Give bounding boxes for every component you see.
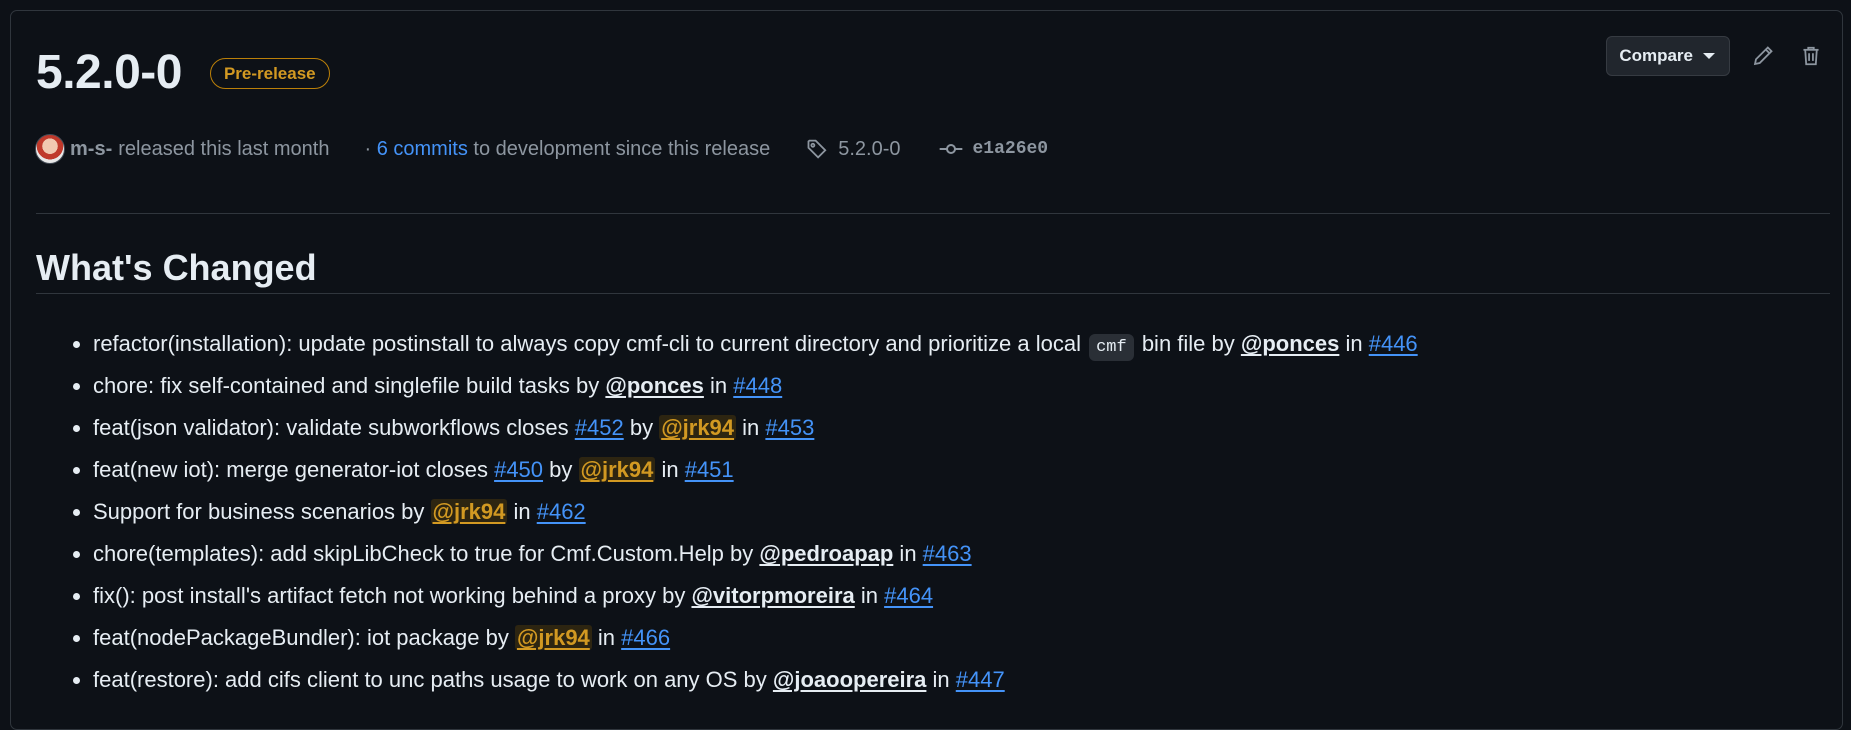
change-text: in (854, 583, 885, 608)
change-text: refactor(installation): update postinsta… (93, 331, 1088, 356)
compare-label: Compare (1619, 46, 1693, 65)
pr-link[interactable]: #446 (1369, 331, 1418, 356)
issue-link[interactable]: #452 (575, 415, 624, 440)
user-mention[interactable]: @jrk94 (578, 457, 656, 482)
pencil-icon (1753, 46, 1773, 66)
change-text: fix(): post install's artifact fetch not… (93, 583, 692, 608)
list-item: feat(new iot): merge generator-iot close… (93, 449, 1418, 491)
release-actions: Compare (1606, 36, 1826, 76)
change-text: chore(templates): add skipLibCheck to tr… (93, 541, 760, 566)
commits-info: · 6 commits to development since this re… (364, 138, 770, 161)
user-mention[interactable]: @vitorpmoreira (691, 583, 854, 608)
avatar[interactable] (35, 134, 65, 164)
change-text: in (591, 625, 622, 650)
tag-link[interactable]: 5.2.0-0 (806, 137, 901, 161)
chevron-down-icon (1703, 53, 1715, 59)
list-item: feat(restore): add cifs client to unc pa… (93, 659, 1418, 701)
user-mention[interactable]: @ponces (1241, 331, 1339, 356)
list-item: feat(nodePackageBundler): iot package by… (93, 617, 1418, 659)
commits-separator: · (364, 137, 372, 160)
change-text: feat(json validator): validate subworkfl… (93, 415, 575, 440)
inline-code: cmf (1089, 334, 1134, 361)
commit-sha: e1a26e0 (972, 139, 1049, 159)
section-divider (36, 293, 1830, 294)
header-divider (36, 213, 1830, 214)
change-text: in (507, 499, 537, 524)
list-item: refactor(installation): update postinsta… (93, 323, 1418, 365)
pr-link[interactable]: #453 (765, 415, 814, 440)
pr-link[interactable]: #466 (621, 625, 670, 650)
user-mention[interactable]: @pedroapap (759, 541, 893, 566)
release-header: 5.2.0-0 Pre-release (36, 49, 330, 97)
change-text: feat(restore): add cifs client to unc pa… (93, 667, 773, 692)
git-commit-icon (939, 144, 962, 154)
pr-link[interactable]: #447 (956, 667, 1005, 692)
user-mention[interactable]: @joaoopereira (773, 667, 927, 692)
compare-button[interactable]: Compare (1606, 36, 1730, 76)
list-item: feat(json validator): validate subworkfl… (93, 407, 1418, 449)
change-text: by (543, 457, 579, 482)
user-mention[interactable]: @ponces (605, 373, 703, 398)
release-meta: m-s- released this last month · 6 commit… (35, 134, 1048, 164)
list-item: Support for business scenarios by @jrk94… (93, 491, 1418, 533)
commits-suffix: to development since this release (473, 137, 771, 160)
tag-name: 5.2.0-0 (838, 137, 901, 160)
whats-changed-heading: What's Changed (36, 247, 317, 288)
prerelease-badge: Pre-release (209, 57, 330, 89)
trash-icon (1803, 46, 1819, 66)
pr-link[interactable]: #464 (884, 583, 933, 608)
pr-link[interactable]: #462 (537, 499, 586, 524)
delete-button[interactable] (1796, 41, 1826, 71)
change-text: in (1339, 331, 1369, 356)
commits-link[interactable]: 6 commits (377, 138, 468, 160)
edit-button[interactable] (1748, 41, 1778, 71)
change-text: in (926, 667, 956, 692)
change-text: in (703, 373, 734, 398)
release-title[interactable]: 5.2.0-0 (36, 49, 182, 97)
change-text: in (736, 415, 766, 440)
change-text: feat(nodePackageBundler): iot package by (93, 625, 515, 650)
pr-link[interactable]: #463 (923, 541, 972, 566)
change-text: in (893, 541, 923, 566)
list-item: fix(): post install's artifact fetch not… (93, 575, 1418, 617)
change-text: chore: fix self-contained and singlefile… (93, 373, 606, 398)
pr-link[interactable]: #451 (685, 457, 734, 482)
change-text: in (655, 457, 685, 482)
user-mention[interactable]: @jrk94 (514, 625, 592, 650)
released-text: released this last month (118, 137, 330, 160)
change-text: feat(new iot): merge generator-iot close… (93, 457, 495, 482)
list-item: chore(templates): add skipLibCheck to tr… (93, 533, 1418, 575)
changes-list: refactor(installation): update postinsta… (35, 323, 1418, 701)
pr-link[interactable]: #448 (733, 373, 782, 398)
change-text: by (623, 415, 660, 440)
commit-link[interactable]: e1a26e0 (939, 138, 1049, 160)
user-mention[interactable]: @jrk94 (659, 415, 737, 440)
change-text: bin file by (1135, 331, 1241, 356)
list-item: chore: fix self-contained and singlefile… (93, 365, 1418, 407)
issue-link[interactable]: #450 (494, 457, 543, 482)
change-text: Support for business scenarios by (93, 499, 431, 524)
user-mention[interactable]: @jrk94 (430, 499, 508, 524)
author-link[interactable]: m-s- (70, 138, 112, 161)
tag-icon (807, 139, 827, 159)
release-card: 5.2.0-0 Pre-release Compare m-s- release… (10, 10, 1843, 730)
